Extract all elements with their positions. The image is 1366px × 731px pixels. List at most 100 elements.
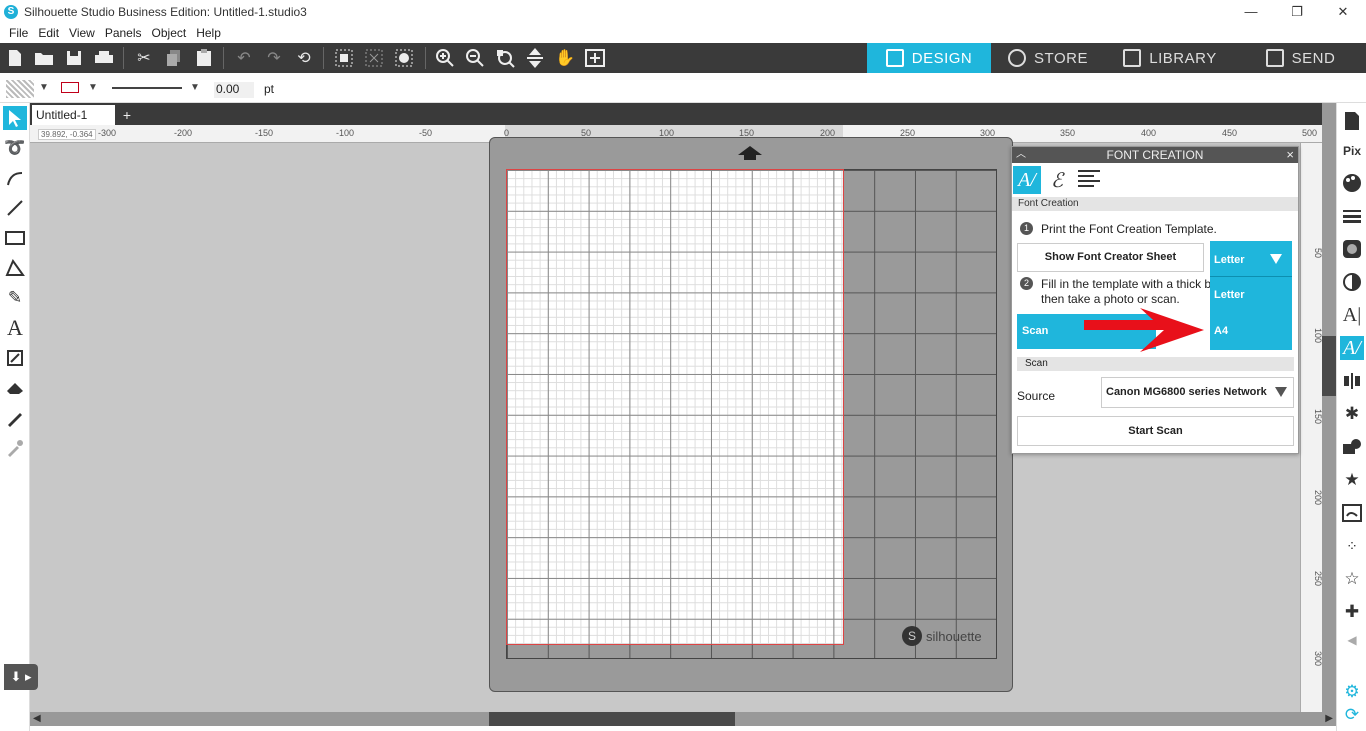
menu-object[interactable]: Object — [147, 26, 192, 40]
close-window-button[interactable]: ✕ — [1320, 0, 1366, 23]
fill-palette-icon[interactable] — [1340, 171, 1364, 195]
fill-color-icon[interactable] — [393, 47, 415, 69]
minimize-button[interactable]: — — [1228, 0, 1274, 23]
menu-panels[interactable]: Panels — [100, 26, 147, 40]
copy-icon[interactable] — [163, 47, 185, 69]
text-align-tab-icon[interactable] — [1075, 166, 1103, 194]
trace-icon[interactable] — [1340, 501, 1364, 525]
eraser-tool-icon[interactable] — [3, 376, 27, 400]
fit-view-icon[interactable] — [584, 47, 606, 69]
ungroup-icon[interactable] — [363, 47, 385, 69]
font-creation-tab-icon[interactable]: A/ — [1013, 166, 1041, 194]
document-tab-bar: Untitled-1 + — [30, 103, 1336, 125]
silhouette-brand-icon: S — [902, 626, 922, 646]
line-width-input[interactable]: 0.00 — [214, 82, 254, 98]
panel-collapse-icon[interactable]: ◀ — [1340, 628, 1364, 652]
line-color-dropdown-icon[interactable]: ▼ — [88, 82, 98, 93]
edit-points-icon[interactable] — [3, 166, 27, 190]
line-style-panel-icon[interactable] — [1340, 204, 1364, 228]
menu-view[interactable]: View — [64, 26, 100, 40]
scroll-right-icon[interactable]: ▶ — [1325, 713, 1333, 724]
show-font-creator-sheet-button[interactable]: Show Font Creator Sheet — [1017, 243, 1204, 272]
scroll-left-icon[interactable]: ◀ — [33, 713, 41, 724]
eyedropper-tool-icon[interactable] — [3, 436, 27, 460]
knife-tool-icon[interactable] — [3, 406, 27, 430]
star-offset-icon[interactable]: ★ — [1340, 468, 1364, 492]
offset-star-icon[interactable]: ☆ — [1340, 567, 1364, 591]
new-file-icon[interactable] — [4, 47, 26, 69]
replicate-panel-icon[interactable]: ✱ — [1340, 402, 1364, 426]
tab-library[interactable]: LIBRARY — [1105, 43, 1235, 73]
silhouette-logo-icon: S — [4, 4, 18, 19]
line-width-unit: pt — [264, 82, 275, 96]
save-icon[interactable] — [63, 47, 85, 69]
fill-dropdown-icon[interactable]: ▼ — [39, 82, 49, 93]
step-2-text-line1: Fill in the template with a thick b — [1041, 277, 1212, 291]
font-creation-icon[interactable]: A/ — [1340, 336, 1364, 360]
sketch-tool-icon[interactable] — [3, 346, 27, 370]
line-color-swatch[interactable] — [61, 82, 79, 93]
zoom-select-icon[interactable] — [494, 47, 516, 69]
settings-gear-icon[interactable]: ⚙ — [1340, 680, 1364, 704]
horizontal-scroll-thumb[interactable] — [489, 712, 735, 726]
pixscan-icon[interactable]: Pix — [1340, 139, 1364, 163]
menu-file[interactable]: File — [4, 26, 33, 40]
library-drawer-button[interactable]: ⬇ ▸ — [4, 664, 38, 690]
panel-collapse-button[interactable]: ︿ — [1016, 147, 1026, 163]
tab-send[interactable]: SEND — [1235, 43, 1366, 73]
horizontal-scrollbar[interactable]: ◀ ▶ — [30, 712, 1336, 726]
fill-pattern-icon[interactable] — [1340, 237, 1364, 261]
paper-option-letter[interactable]: Letter — [1210, 277, 1292, 313]
glyph-edit-tab-icon[interactable]: ℰ — [1043, 166, 1071, 194]
open-folder-icon[interactable] — [33, 47, 55, 69]
line-tool-icon[interactable] — [3, 196, 27, 220]
undo-icon[interactable]: ↶ — [233, 47, 255, 69]
zoom-out-icon[interactable] — [464, 47, 486, 69]
paste-icon[interactable] — [193, 47, 215, 69]
text-tool-icon[interactable]: A — [3, 315, 27, 340]
line-style-preview[interactable] — [112, 87, 182, 89]
rectangle-tool-icon[interactable] — [3, 226, 27, 250]
add-tab-button[interactable]: + — [118, 105, 136, 125]
puzzle-icon[interactable]: ✚ — [1340, 600, 1364, 624]
restore-button[interactable]: ❐ — [1274, 0, 1320, 23]
rhinestone-icon[interactable]: ⁘ — [1340, 534, 1364, 558]
print-icon[interactable] — [93, 47, 115, 69]
panel-close-button[interactable]: × — [1286, 147, 1294, 163]
pan-hand-icon[interactable]: ✋ — [554, 47, 576, 69]
library-icon — [1123, 49, 1142, 67]
pencil-tool-icon[interactable]: ✎ — [3, 286, 27, 310]
menu-help[interactable]: Help — [191, 26, 226, 40]
zoom-in-icon[interactable] — [434, 47, 456, 69]
group-icon[interactable] — [333, 47, 355, 69]
line-style-dropdown-icon[interactable]: ▼ — [190, 82, 200, 93]
document-tab[interactable]: Untitled-1 — [32, 105, 115, 125]
polygon-tool-icon[interactable] — [3, 256, 27, 280]
lasso-icon[interactable]: ➰ — [3, 136, 27, 160]
tab-design[interactable]: DESIGN — [867, 43, 991, 73]
paper-option-a4[interactable]: A4 — [1210, 313, 1292, 349]
cutting-mat: S silhouette — [489, 137, 1013, 692]
fit-to-page-icon[interactable] — [524, 47, 546, 69]
sync-icon[interactable]: ⟳ — [1340, 703, 1364, 727]
modify-icon[interactable] — [1340, 435, 1364, 459]
ruler-label: -200 — [174, 128, 193, 138]
paper-size-dropdown[interactable]: Letter Letter A4 — [1210, 241, 1292, 350]
vertical-scroll-thumb[interactable] — [1322, 336, 1336, 396]
menu-edit[interactable]: Edit — [33, 26, 64, 40]
replicate-icon[interactable]: ⟲ — [293, 47, 315, 69]
start-scan-button[interactable]: Start Scan — [1017, 416, 1294, 446]
transparency-icon[interactable] — [1340, 270, 1364, 294]
align-icon[interactable] — [1340, 369, 1364, 393]
source-select[interactable]: Canon MG6800 series Network — [1101, 377, 1294, 408]
tab-store[interactable]: STORE — [991, 43, 1105, 73]
text-style-icon[interactable]: A| — [1340, 303, 1364, 327]
select-arrow-icon[interactable] — [3, 106, 27, 130]
fill-swatch[interactable] — [6, 80, 34, 98]
page-setup-icon[interactable] — [1340, 109, 1364, 133]
vertical-scrollbar[interactable] — [1322, 103, 1336, 712]
redo-icon[interactable]: ↷ — [263, 47, 285, 69]
paper-size-selected[interactable]: Letter — [1210, 241, 1292, 277]
page-area[interactable] — [506, 169, 844, 645]
cut-icon[interactable]: ✂ — [133, 47, 155, 69]
